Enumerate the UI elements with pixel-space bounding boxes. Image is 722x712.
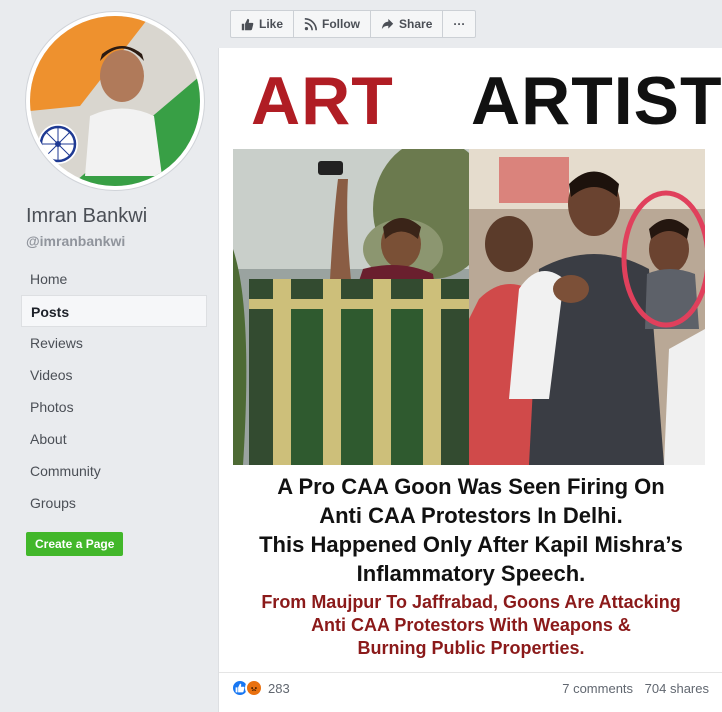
reactions-summary[interactable]: 283 bbox=[231, 679, 290, 697]
comments-count[interactable]: 7 comments bbox=[562, 681, 633, 696]
page-sidebar: Imran Bankwi @imranbankwi Home Posts Rev… bbox=[0, 0, 218, 712]
follow-button[interactable]: Follow bbox=[294, 11, 372, 37]
shares-count[interactable]: 704 shares bbox=[645, 681, 709, 696]
caption-line: Inflammatory Speech. bbox=[356, 561, 586, 586]
nav-item-about[interactable]: About bbox=[21, 423, 207, 455]
share-label: Share bbox=[399, 17, 433, 31]
post-card: ART ARTIST A Pro CAA Goon Was Seen Firin… bbox=[218, 48, 722, 712]
ashoka-chakra-icon bbox=[38, 124, 78, 164]
more-options-icon: ··· bbox=[453, 17, 466, 31]
nav-item-videos[interactable]: Videos bbox=[21, 359, 207, 391]
post-footer: 283 7 comments 704 shares bbox=[219, 672, 722, 704]
caption-line: A Pro CAA Goon Was Seen Firing On bbox=[277, 474, 665, 499]
page-handle[interactable]: @imranbankwi bbox=[26, 233, 125, 249]
nav-item-community[interactable]: Community bbox=[21, 455, 207, 487]
create-page-button[interactable]: Create a Page bbox=[26, 532, 124, 556]
nav-item-home[interactable]: Home bbox=[21, 263, 207, 295]
post-image[interactable]: ART ARTIST A Pro CAA Goon Was Seen Firin… bbox=[219, 48, 722, 666]
nav-item-reviews[interactable]: Reviews bbox=[21, 327, 207, 359]
share-button[interactable]: Share bbox=[371, 11, 444, 37]
page-nav: Home Posts Reviews Videos Photos About C… bbox=[21, 263, 207, 519]
like-label: Like bbox=[259, 17, 284, 31]
photo-crowd bbox=[469, 149, 705, 465]
subcaption-line: Burning Public Properties. bbox=[357, 638, 585, 658]
follow-label: Follow bbox=[322, 17, 361, 31]
headline-art: ART bbox=[251, 63, 394, 139]
nav-item-photos[interactable]: Photos bbox=[21, 391, 207, 423]
page-action-bar: Like Follow Share ··· bbox=[230, 10, 477, 38]
rss-icon bbox=[304, 17, 318, 30]
avatar-photo bbox=[30, 16, 200, 186]
nav-item-groups[interactable]: Groups bbox=[21, 487, 207, 519]
page-name[interactable]: Imran Bankwi bbox=[26, 205, 147, 228]
headline-artist: ARTIST bbox=[471, 63, 722, 139]
subcaption-line: From Maujpur To Jaffrabad, Goons Are Att… bbox=[261, 592, 681, 612]
subcaption-line: Anti CAA Protestors With Weapons & bbox=[311, 615, 631, 635]
reaction-count: 283 bbox=[268, 680, 290, 696]
caption-line: This Happened Only After Kapil Mishra’s bbox=[259, 532, 683, 557]
profile-avatar[interactable] bbox=[26, 12, 204, 190]
photo-shooter bbox=[233, 149, 469, 465]
share-arrow-icon bbox=[381, 18, 394, 29]
caption-main: A Pro CAA Goon Was Seen Firing On Anti C… bbox=[219, 472, 722, 588]
more-options-button[interactable]: ··· bbox=[443, 11, 475, 37]
thumbs-up-icon bbox=[241, 18, 254, 30]
like-button[interactable]: Like bbox=[231, 11, 295, 37]
post-stats: 7 comments 704 shares bbox=[554, 681, 709, 696]
caption-line: Anti CAA Protestors In Delhi. bbox=[319, 503, 623, 528]
angry-reaction-icon bbox=[245, 679, 263, 697]
caption-sub: From Maujpur To Jaffrabad, Goons Are Att… bbox=[219, 591, 722, 660]
nav-item-posts[interactable]: Posts bbox=[21, 295, 207, 327]
